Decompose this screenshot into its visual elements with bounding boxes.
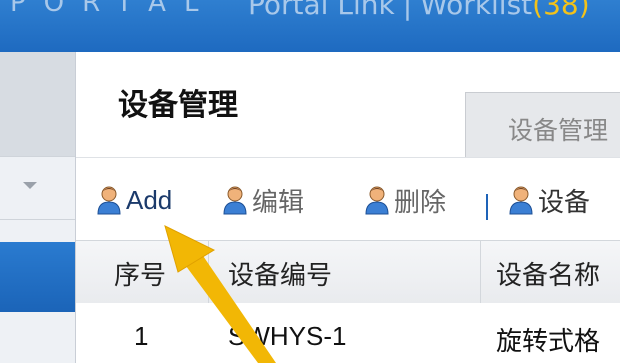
worklist-count: (38) bbox=[532, 0, 590, 21]
brand-logo: PORTAL bbox=[10, 0, 217, 18]
edit-button[interactable]: 编辑 bbox=[222, 180, 304, 220]
chevron-down-icon[interactable] bbox=[23, 182, 37, 189]
column-divider[interactable] bbox=[480, 241, 481, 303]
add-label: Add bbox=[126, 184, 173, 215]
column-header-name[interactable]: 设备名称 bbox=[496, 255, 600, 292]
user-icon bbox=[365, 186, 389, 215]
tab-label: 设备管理 bbox=[508, 116, 609, 145]
grid-header: 序号 设备编号 设备名称 bbox=[76, 240, 620, 304]
add-button[interactable]: Add bbox=[96, 180, 172, 220]
user-icon bbox=[509, 186, 533, 215]
delete-label: 删除 bbox=[394, 187, 447, 218]
header-separator: | bbox=[402, 0, 413, 21]
cell-name: 旋转式格 bbox=[496, 327, 601, 357]
page-title: 设备管理 bbox=[118, 88, 238, 123]
user-icon bbox=[97, 186, 121, 215]
portal-link[interactable]: Portal Link bbox=[248, 0, 395, 21]
delete-button[interactable]: 删除 bbox=[364, 180, 446, 220]
table-row[interactable]: 1 SWHYS-1 旋转式格 bbox=[76, 303, 620, 363]
tab-device-management[interactable]: 设备管理 bbox=[465, 92, 620, 157]
toolbar-separator bbox=[486, 194, 488, 220]
sidebar-header bbox=[0, 52, 75, 156]
device-label: 设备 bbox=[538, 187, 591, 218]
main-panel: 设备管理 设备管理 Add 编辑 删除 设备 序号 设备编号 设备名称 1 SW… bbox=[76, 52, 620, 363]
device-button[interactable]: 设备 bbox=[508, 180, 590, 220]
sidebar-dropdown[interactable] bbox=[0, 156, 75, 220]
edit-label: 编辑 bbox=[252, 187, 305, 218]
column-header-index[interactable]: 序号 bbox=[114, 255, 166, 292]
cell-code: SWHYS-1 bbox=[228, 321, 347, 351]
sidebar-selected-item[interactable] bbox=[0, 242, 75, 312]
top-header: PORTAL Portal Link | Worklist(38) bbox=[0, 0, 620, 52]
left-sidebar bbox=[0, 52, 76, 363]
toolbar: Add 编辑 删除 设备 bbox=[76, 157, 620, 240]
cell-index: 1 bbox=[134, 321, 149, 351]
column-header-code[interactable]: 设备编号 bbox=[228, 255, 332, 292]
header-links: Portal Link | Worklist(38) bbox=[248, 0, 590, 21]
worklist-link[interactable]: Worklist bbox=[420, 0, 532, 21]
column-divider[interactable] bbox=[208, 241, 209, 303]
user-icon bbox=[223, 186, 247, 215]
